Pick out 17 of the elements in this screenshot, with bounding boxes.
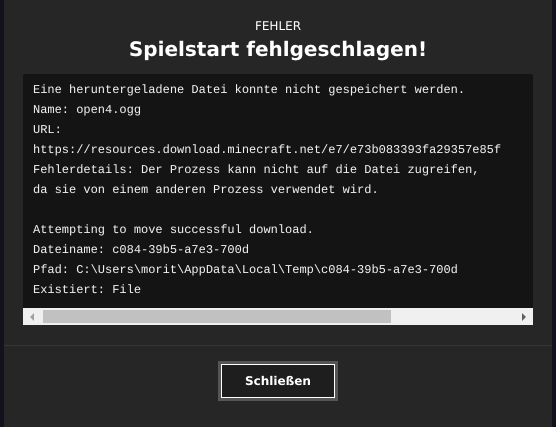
log-line: Existiert: File: [33, 282, 142, 299]
log-line: Eine heruntergeladene Datei konnte nicht gespeichert werden.: [33, 82, 466, 99]
dialog-kicker: FEHLER: [254, 19, 302, 33]
log-line: Pfad: C:\Users\morit\AppData\Local\Temp\c084-39b5-a7e3-700d: [33, 262, 459, 279]
log-line: https://resources.download.minecraft.net/e7/e73b083393fa29357e85f: [33, 142, 502, 159]
log-line: da sie von einem anderen Prozess verwendet wird.: [33, 182, 380, 199]
scroll-right-icon[interactable]: [521, 312, 527, 320]
log-line: Attempting to move successful download.: [33, 222, 315, 239]
log-line: Name: open4.ogg: [33, 102, 142, 119]
scroll-left-icon[interactable]: [29, 312, 35, 320]
dialog-title: Spielstart fehlgeschlagen!: [128, 37, 428, 61]
log-line: URL:: [33, 122, 63, 139]
horizontal-scrollbar[interactable]: [23, 308, 533, 325]
log-line: Fehlerdetails: Der Prozess kann nicht auf die Datei zugreifen,: [33, 162, 480, 179]
close-button[interactable]: Schließen: [221, 364, 335, 398]
log-line: Dateiname: c084-39b5-a7e3-700d: [33, 242, 250, 259]
scrollbar-thumb[interactable]: [43, 310, 391, 323]
